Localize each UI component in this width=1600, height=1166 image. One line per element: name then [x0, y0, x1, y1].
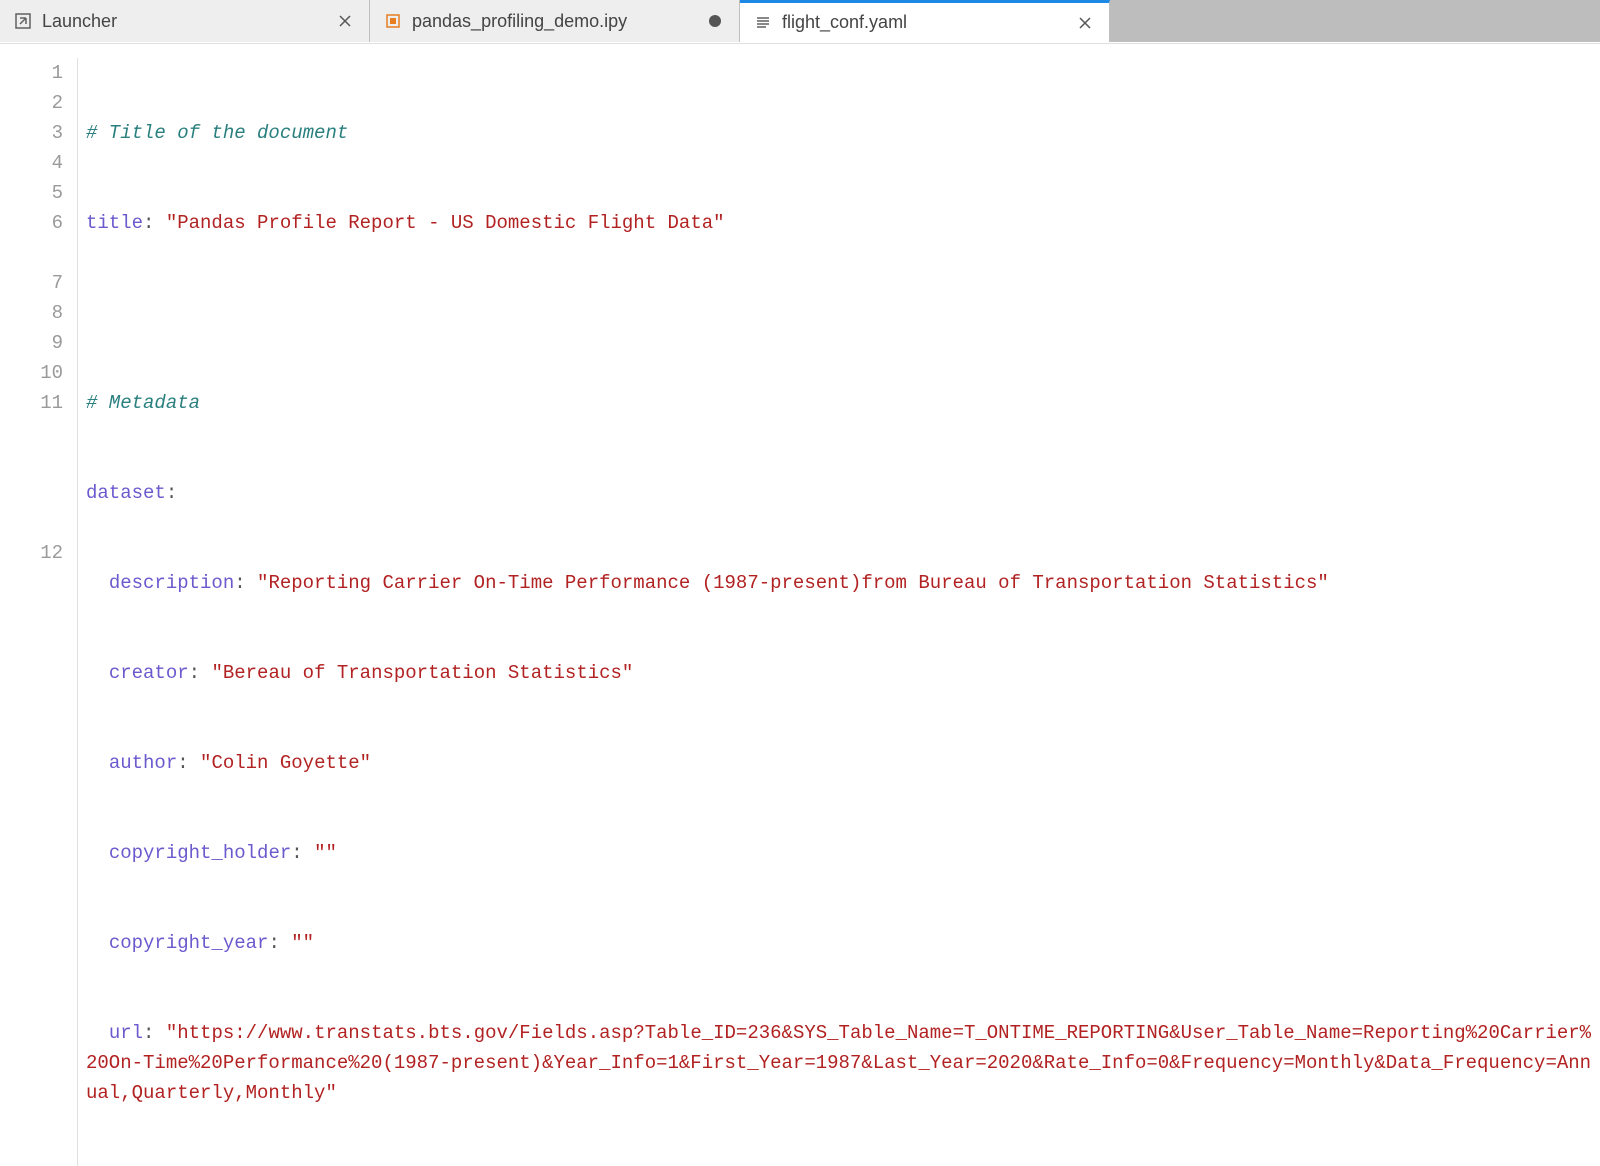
- tab-bar: Launcher pandas_profiling_demo.ipy fligh…: [0, 0, 1600, 42]
- tab-label: pandas_profiling_demo.ipy: [412, 11, 695, 32]
- line-number: 8: [0, 298, 63, 328]
- file-icon: [754, 14, 772, 32]
- yaml-string: "https://www.transtats.bts.gov/Fields.as…: [86, 1022, 1591, 1104]
- tab-label: flight_conf.yaml: [782, 12, 1065, 33]
- tab-yaml[interactable]: flight_conf.yaml: [740, 0, 1110, 42]
- line-number: 1: [0, 58, 63, 88]
- yaml-key: url: [109, 1022, 143, 1044]
- tab-label: Launcher: [42, 11, 325, 32]
- line-number-gutter: 123456 7891011 12: [0, 58, 78, 1166]
- line-number: [0, 238, 63, 268]
- line-number: [0, 508, 63, 538]
- line-number: 4: [0, 148, 63, 178]
- editor: 123456 7891011 12 # Title of the documen…: [0, 43, 1600, 1166]
- yaml-key: description: [109, 572, 234, 594]
- yaml-comment: # Metadata: [86, 392, 200, 414]
- line-number: [0, 418, 63, 448]
- yaml-key: copyright_year: [109, 932, 269, 954]
- tab-notebook[interactable]: pandas_profiling_demo.ipy: [370, 0, 740, 42]
- launcher-icon: [14, 12, 32, 30]
- notebook-icon: [384, 12, 402, 30]
- yaml-string: "": [291, 932, 314, 954]
- yaml-key: title: [86, 212, 143, 234]
- yaml-string: "Pandas Profile Report - US Domestic Fli…: [166, 212, 725, 234]
- line-number: 2: [0, 88, 63, 118]
- line-number: 10: [0, 358, 63, 388]
- line-number: [0, 448, 63, 478]
- line-number: 7: [0, 268, 63, 298]
- line-number: [0, 478, 63, 508]
- yaml-key: dataset: [86, 482, 166, 504]
- yaml-comment: # Title of the document: [86, 122, 348, 144]
- line-number: 3: [0, 118, 63, 148]
- line-number: 5: [0, 178, 63, 208]
- yaml-string: "Bereau of Transportation Statistics": [211, 662, 633, 684]
- close-icon[interactable]: [1075, 13, 1095, 33]
- yaml-string: "": [314, 842, 337, 864]
- dirty-indicator-icon[interactable]: [705, 11, 725, 31]
- line-number: 11: [0, 388, 63, 418]
- yaml-key: author: [109, 752, 177, 774]
- code-area[interactable]: # Title of the document title: "Pandas P…: [78, 58, 1600, 1166]
- yaml-key: creator: [109, 662, 189, 684]
- yaml-key: copyright_holder: [109, 842, 291, 864]
- line-number: 9: [0, 328, 63, 358]
- yaml-string: "Colin Goyette": [200, 752, 371, 774]
- line-number: 12: [0, 538, 63, 568]
- tab-launcher[interactable]: Launcher: [0, 0, 370, 42]
- line-number: 6: [0, 208, 63, 238]
- yaml-string: "Reporting Carrier On-Time Performance (…: [257, 572, 1329, 594]
- close-icon[interactable]: [335, 11, 355, 31]
